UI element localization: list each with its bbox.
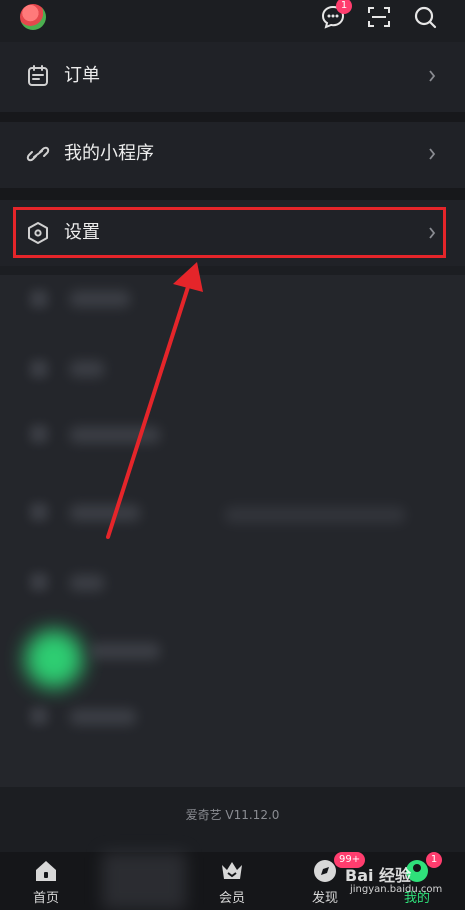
watermark-url: jingyan.baidu.com bbox=[350, 884, 443, 895]
tab-home[interactable]: 首页 bbox=[11, 852, 81, 910]
red-arrow-annotation bbox=[106, 262, 203, 539]
tab-vip[interactable]: 会员 bbox=[197, 852, 267, 910]
tab-home-label: 首页 bbox=[32, 891, 59, 906]
me-badge: 1 bbox=[426, 852, 442, 868]
crown-icon bbox=[222, 862, 242, 879]
home-icon bbox=[36, 861, 56, 881]
version-text: 爱奇艺 V11.12.0 bbox=[185, 808, 280, 822]
watermark-brand: Bai 经验 bbox=[345, 866, 412, 885]
blurred-tab bbox=[102, 852, 186, 910]
tab-vip-label: 会员 bbox=[218, 891, 245, 906]
